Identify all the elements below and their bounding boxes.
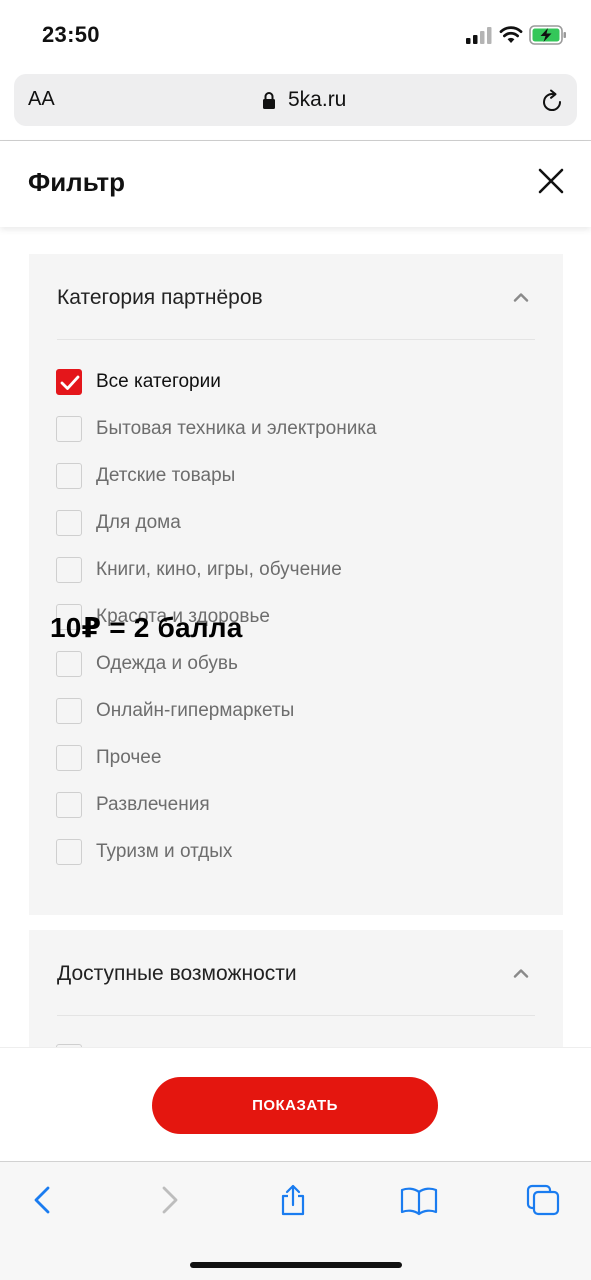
option-label: Прочее	[96, 747, 162, 768]
checkbox[interactable]	[56, 651, 82, 677]
bookmarks-icon[interactable]	[400, 1184, 438, 1216]
action-area: ПОКАЗАТЬ	[0, 1047, 591, 1161]
option-all-categories[interactable]: Все категории	[56, 367, 221, 397]
option-electronics[interactable]: Бытовая техника и электроника	[56, 414, 377, 444]
option-label: Все категории	[96, 371, 221, 392]
panel-divider	[57, 339, 535, 340]
chevron-up-icon[interactable]	[513, 968, 529, 978]
option-label: Книги, кино, игры, обучение	[96, 559, 342, 580]
option-label: Бытовая техника и электроника	[96, 418, 377, 439]
back-icon[interactable]	[28, 1184, 58, 1216]
checkmark-icon	[60, 375, 80, 390]
url-display[interactable]: 5ka.ru	[262, 88, 346, 112]
option-travel[interactable]: Туризм и отдых	[56, 837, 232, 867]
option-label: Детские товары	[96, 465, 236, 486]
option-label: Онлайн-гипермаркеты	[96, 700, 295, 721]
panel-divider	[57, 1015, 535, 1016]
partner-category-title[interactable]: Категория партнёров	[57, 286, 263, 310]
option-home[interactable]: Для дома	[56, 508, 181, 538]
filter-title: Фильтр	[28, 167, 126, 197]
option-hypermarkets[interactable]: Онлайн-гипермаркеты	[56, 696, 294, 726]
option-entertainment[interactable]: Развлечения	[56, 790, 210, 820]
checkbox[interactable]	[56, 463, 82, 489]
cellular-signal-icon	[466, 27, 492, 44]
available-features-panel: Доступные возможности	[29, 930, 563, 1047]
home-indicator	[190, 1262, 402, 1268]
reload-icon[interactable]	[540, 89, 564, 113]
lock-icon	[263, 92, 275, 109]
share-icon[interactable]	[278, 1184, 308, 1216]
points-rate-overlay: 10₽ = 2 балла	[50, 612, 243, 643]
option-label: Для дома	[96, 512, 181, 533]
status-time: 23:50	[42, 22, 100, 47]
address-bar[interactable]: AA 5ka.ru	[14, 74, 577, 126]
status-bar: 23:50	[0, 0, 591, 64]
available-features-title[interactable]: Доступные возможности	[57, 962, 297, 986]
option-label: Туризм и отдых	[96, 841, 233, 862]
close-icon[interactable]	[538, 168, 564, 194]
checkbox[interactable]	[56, 792, 82, 818]
checkbox[interactable]	[56, 745, 82, 771]
checkbox-checked[interactable]	[56, 369, 82, 395]
checkbox[interactable]	[56, 510, 82, 536]
option-label: Одежда и обувь	[96, 653, 238, 674]
tabs-icon[interactable]	[526, 1184, 560, 1216]
chevron-up-icon[interactable]	[513, 292, 529, 302]
checkbox[interactable]	[56, 839, 82, 865]
checkbox[interactable]	[56, 557, 82, 583]
filter-header: Фильтр	[0, 141, 591, 227]
partner-category-panel: Категория партнёров Все категории Бытова…	[29, 254, 563, 915]
option-other[interactable]: Прочее	[56, 743, 161, 773]
wifi-icon	[499, 26, 523, 43]
option-books[interactable]: Книги, кино, игры, обучение	[56, 555, 342, 585]
option-clothes[interactable]: Одежда и обувь	[56, 649, 238, 679]
option-kids[interactable]: Детские товары	[56, 461, 235, 491]
url-text: 5ka.ru	[288, 88, 347, 111]
text-size-button[interactable]: AA	[28, 88, 55, 111]
checkbox[interactable]	[56, 416, 82, 442]
forward-icon[interactable]	[154, 1184, 184, 1216]
show-button[interactable]: ПОКАЗАТЬ	[152, 1077, 438, 1134]
battery-charging-icon	[529, 25, 566, 45]
checkbox[interactable]	[56, 698, 82, 724]
option-label: Развлечения	[96, 794, 210, 815]
